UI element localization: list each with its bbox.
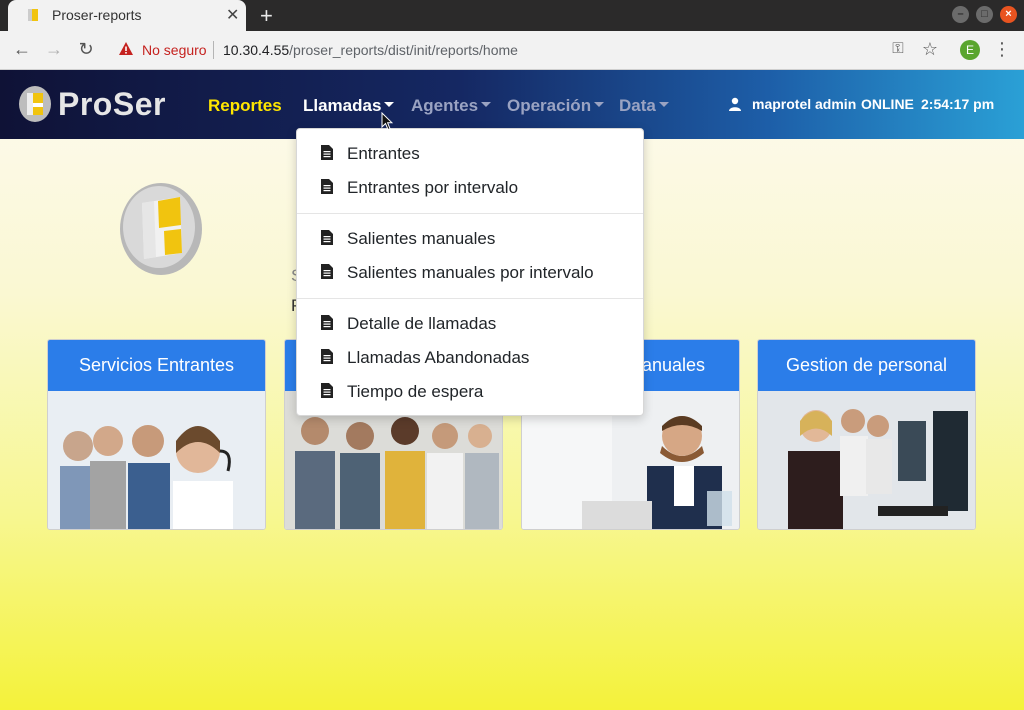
user-name[interactable]: maprotel admin: [752, 96, 856, 112]
chevron-down-icon: [384, 102, 395, 108]
logo-text[interactable]: ProSer: [58, 86, 166, 123]
document-icon: [321, 179, 333, 194]
menu-item-label: Tiempo de espera: [347, 382, 484, 401]
menu-item-label: Salientes manuales por intervalo: [347, 263, 594, 282]
nav-agentes-label: Agentes: [411, 96, 479, 115]
card-image: [758, 391, 975, 529]
card-title: Gestion de personal: [758, 340, 975, 391]
minimize-button[interactable]: –: [952, 6, 969, 23]
menu-item-label: Entrantes por intervalo: [347, 178, 519, 197]
document-icon: [321, 230, 333, 245]
clock-time: 2:54:17 pm: [921, 96, 995, 112]
proser-logo-icon[interactable]: [18, 85, 52, 123]
profile-avatar[interactable]: E: [960, 40, 980, 60]
menu-dots-icon[interactable]: ⋮: [992, 39, 1012, 59]
card-servicios-entrantes[interactable]: Servicios Entrantes: [47, 339, 266, 530]
nav-operacion[interactable]: Operación: [507, 96, 605, 116]
mouse-cursor-icon: [381, 112, 393, 131]
browser-tabstrip: Proser-reports ✕ + – □ ×: [0, 0, 1024, 31]
close-window-button[interactable]: ×: [1000, 6, 1017, 23]
card-title: Servicios Entrantes: [48, 340, 265, 391]
menu-item-label: Llamadas Abandonadas: [347, 348, 530, 367]
nav-llamadas-label: Llamadas: [303, 96, 382, 115]
menu-item-tiempo-de-espera[interactable]: Tiempo de espera: [297, 377, 643, 407]
security-label[interactable]: No seguro: [142, 42, 207, 58]
menu-item-label: Salientes manuales: [347, 229, 496, 248]
menu-divider: [297, 213, 643, 214]
key-icon[interactable]: ⚿: [888, 39, 908, 59]
forward-icon[interactable]: →: [44, 39, 64, 59]
chevron-down-icon: [481, 102, 492, 108]
card-image: [48, 391, 265, 529]
menu-item-salientes-manuales-intervalo[interactable]: Salientes manuales por intervalo: [297, 258, 643, 288]
card-gestion-de-personal[interactable]: Gestion de personal: [757, 339, 976, 530]
nav-data-label: Data: [619, 96, 656, 115]
maximize-button[interactable]: □: [976, 6, 993, 23]
menu-item-label: Entrantes: [347, 144, 420, 163]
user-icon: [729, 97, 741, 111]
nav-reportes[interactable]: Reportes: [208, 96, 282, 116]
back-icon[interactable]: ←: [12, 39, 32, 59]
nav-operacion-label: Operación: [507, 96, 592, 115]
menu-item-salientes-manuales[interactable]: Salientes manuales: [297, 224, 643, 254]
reload-icon[interactable]: ↻: [76, 39, 96, 59]
menu-item-llamadas-abandonadas[interactable]: Llamadas Abandonadas: [297, 343, 643, 373]
favicon-icon: [28, 9, 38, 21]
tab-title: Proser-reports: [52, 7, 142, 23]
warning-icon[interactable]: [118, 41, 134, 57]
document-icon: [321, 383, 333, 398]
user-status: ONLINE: [861, 96, 914, 112]
url-path: /proser_reports/dist/init/reports/home: [289, 42, 518, 58]
llamadas-dropdown-menu: Entrantes Entrantes por intervalo Salien…: [296, 128, 644, 416]
document-icon: [321, 145, 333, 160]
menu-item-label: Detalle de llamadas: [347, 314, 497, 333]
menu-item-entrantes-intervalo[interactable]: Entrantes por intervalo: [297, 173, 643, 203]
browser-toolbar: ← → ↻ No seguro 10.30.4.55/proser_report…: [0, 31, 1024, 70]
bookmark-star-icon[interactable]: ☆: [920, 39, 940, 59]
url-separator: [213, 41, 214, 59]
document-icon: [321, 264, 333, 279]
menu-item-entrantes[interactable]: Entrantes: [297, 139, 643, 169]
chevron-down-icon: [658, 102, 669, 108]
tab-close-icon[interactable]: ✕: [226, 5, 239, 25]
nav-reportes-label: Reportes: [208, 96, 282, 115]
new-tab-button[interactable]: +: [260, 3, 273, 29]
nav-data[interactable]: Data: [619, 96, 669, 116]
proser-big-logo: [120, 183, 202, 275]
chevron-down-icon: [594, 102, 605, 108]
menu-item-detalle-llamadas[interactable]: Detalle de llamadas: [297, 309, 643, 339]
nav-agentes[interactable]: Agentes: [411, 96, 492, 116]
address-bar[interactable]: 10.30.4.55/proser_reports/dist/init/repo…: [223, 42, 518, 58]
document-icon: [321, 315, 333, 330]
url-host: 10.30.4.55: [223, 42, 290, 58]
browser-tab[interactable]: Proser-reports ✕: [8, 0, 246, 31]
menu-divider: [297, 298, 643, 299]
document-icon: [321, 349, 333, 364]
page-content: ProSer Reportes Llamadas Agentes Operaci…: [0, 70, 1024, 710]
